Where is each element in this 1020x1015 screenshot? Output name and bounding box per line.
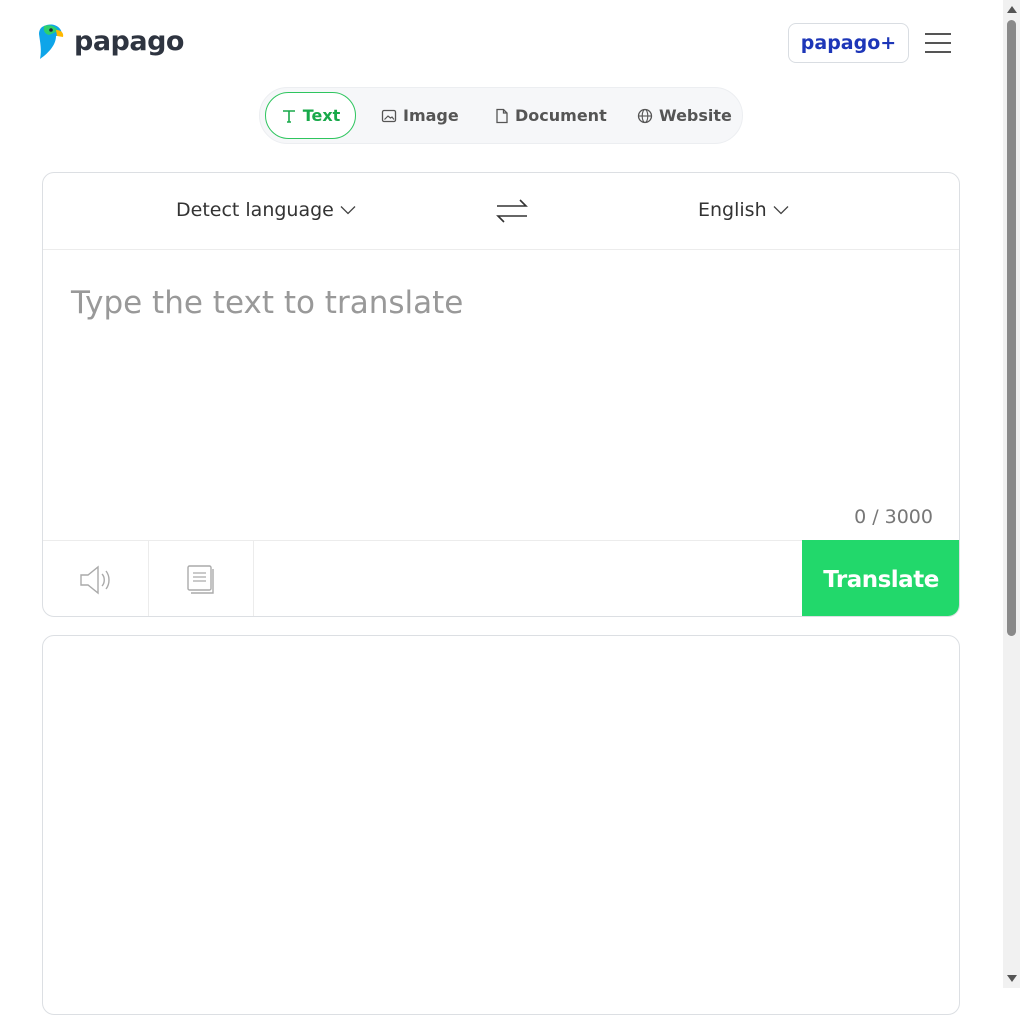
papago-plus-button[interactable]: papago+ [788, 23, 909, 63]
chevron-down-icon [773, 206, 789, 215]
source-language-label: Detect language [176, 199, 334, 221]
tab-text[interactable]: Text [265, 92, 356, 139]
scrollbar-thumb[interactable] [1007, 20, 1016, 636]
image-icon [381, 108, 397, 124]
source-language-select[interactable]: Detect language [176, 199, 356, 221]
papago-logo[interactable]: papago [36, 22, 184, 60]
tab-website-label: Website [659, 106, 732, 125]
tab-image-label: Image [403, 106, 459, 125]
parrot-logo-icon [39, 24, 64, 59]
tab-image[interactable]: Image [381, 92, 459, 139]
swap-languages-icon[interactable] [495, 197, 529, 229]
speaker-icon [79, 565, 110, 594]
character-counter: 0 / 3000 [854, 506, 933, 528]
text-icon [281, 108, 297, 124]
scroll-down-arrow-icon[interactable] [1007, 975, 1017, 982]
target-panel [42, 635, 960, 1015]
tab-website[interactable]: Website [637, 92, 732, 139]
tab-document-label: Document [515, 106, 607, 125]
target-language-select[interactable]: English [698, 199, 789, 221]
source-text-input[interactable] [69, 283, 933, 487]
copy-button[interactable] [148, 541, 254, 616]
translate-button[interactable]: Translate [802, 540, 959, 616]
menu-icon[interactable] [925, 33, 951, 53]
mode-tabs: Text Image Document Website [259, 87, 743, 144]
chevron-down-icon [340, 206, 356, 215]
tab-document[interactable]: Document [495, 92, 607, 139]
tab-text-label: Text [302, 106, 341, 125]
listen-button[interactable] [43, 541, 149, 616]
source-toolbar: Translate [43, 540, 959, 616]
document-icon [495, 108, 509, 124]
target-language-label: English [698, 199, 767, 221]
language-bar: Detect language English [43, 173, 959, 250]
page-scrollbar[interactable] [1003, 0, 1020, 988]
logo-text: papago [74, 25, 184, 57]
globe-icon [637, 108, 653, 124]
scroll-up-arrow-icon[interactable] [1007, 6, 1017, 13]
source-panel: Detect language English 0 / 3000 [42, 172, 960, 617]
copy-icon [186, 564, 214, 594]
